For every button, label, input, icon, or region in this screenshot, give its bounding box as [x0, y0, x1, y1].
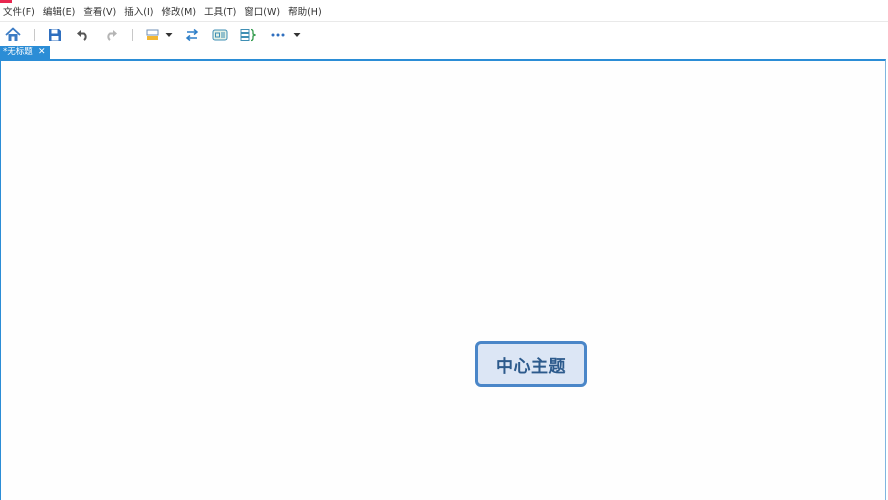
boundary-icon — [212, 29, 228, 40]
tab-label: *无标题 — [3, 47, 33, 57]
undo-icon — [77, 30, 87, 41]
more-icon — [271, 33, 285, 36]
redo-button[interactable] — [102, 26, 120, 43]
menu-window[interactable]: 窗口(W) — [240, 4, 284, 21]
menu-bar: 文件(F) 编辑(E) 查看(V) 插入(I) 修改(M) 工具(T) 窗口(W… — [0, 4, 888, 21]
save-button[interactable] — [46, 26, 64, 43]
close-icon[interactable]: ✕ — [38, 46, 46, 59]
summary-button[interactable] — [239, 26, 257, 43]
toolbar — [0, 21, 888, 47]
more-dropdown[interactable] — [292, 26, 302, 43]
menu-tools[interactable]: 工具(T) — [200, 4, 240, 21]
save-icon — [49, 28, 61, 41]
central-topic[interactable]: 中心主题 — [475, 341, 587, 387]
undo-button[interactable] — [74, 26, 92, 43]
menu-help[interactable]: 帮助(H) — [284, 4, 326, 21]
menu-file[interactable]: 文件(F) — [0, 4, 39, 21]
relationship-icon — [185, 28, 199, 41]
topic-style-icon — [146, 29, 159, 40]
tab-untitled[interactable]: *无标题 ✕ — [0, 46, 50, 59]
menu-edit[interactable]: 编辑(E) — [39, 4, 79, 21]
tab-bar: *无标题 ✕ — [0, 46, 888, 60]
mindmap-canvas[interactable]: 中心主题 — [0, 59, 886, 500]
dropdown-arrow-icon — [293, 32, 301, 37]
central-topic-label: 中心主题 — [496, 356, 566, 377]
more-button[interactable] — [269, 26, 287, 43]
home-icon — [5, 27, 21, 41]
boundary-button[interactable] — [211, 26, 229, 43]
relationship-button[interactable] — [183, 26, 201, 43]
topic-style-dropdown[interactable] — [164, 26, 174, 43]
app-logo-icon — [0, 0, 12, 3]
home-button[interactable] — [4, 26, 22, 43]
toolbar-separator — [34, 29, 35, 41]
menu-view[interactable]: 查看(V) — [79, 4, 120, 21]
toolbar-separator — [132, 29, 133, 41]
topic-style-button[interactable] — [144, 26, 162, 43]
dropdown-arrow-icon — [165, 32, 173, 37]
menu-modify[interactable]: 修改(M) — [157, 4, 200, 21]
redo-icon — [107, 30, 117, 41]
menu-insert[interactable]: 插入(I) — [120, 4, 157, 21]
summary-icon — [240, 28, 256, 41]
